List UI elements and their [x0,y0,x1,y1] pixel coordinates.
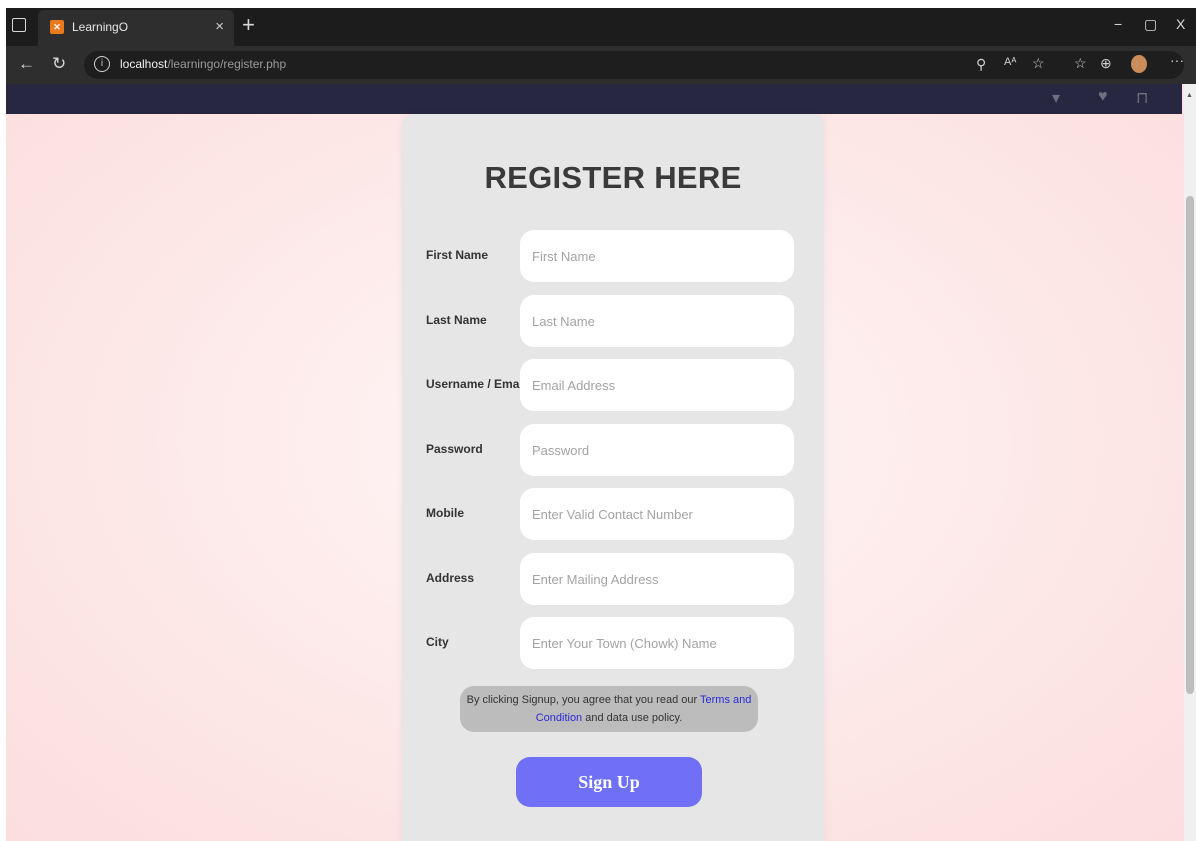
new-tab-button[interactable]: + [242,12,255,38]
address-bar[interactable]: i localhost/learningo/register.php ⚲ Aᴬ … [84,51,1184,79]
form-row-email: Username / Email [402,359,824,411]
more-menu-icon[interactable]: ··· [1170,52,1184,68]
favorites-icon[interactable]: ☆ [1074,55,1087,72]
address-label: Address [426,571,475,585]
last-name-input[interactable] [520,295,794,347]
page-scrollbar[interactable]: ▲ [1184,84,1196,841]
heart-icon[interactable]: ♥ [1098,88,1108,106]
form-row-password: Password [402,424,824,476]
browser-window: ✕ LearningO × + − ▢ X ← ↻ i localhost/le… [6,8,1196,841]
workspaces-icon[interactable] [12,18,26,32]
email-input[interactable] [520,359,794,411]
collections-icon[interactable]: ⊕ [1100,55,1112,72]
back-arrow-icon[interactable]: ← [18,54,35,74]
register-card: REGISTER HERE First Name Last Name Usern… [402,114,824,841]
browser-toolbar: ← ↻ i localhost/learningo/register.php ⚲… [6,46,1196,84]
close-window-button[interactable]: X [1176,16,1185,32]
scrollbar-thumb[interactable] [1186,196,1194,694]
tab-title: LearningO [72,20,129,34]
xampp-favicon-icon: ✕ [50,20,64,34]
page-title: REGISTER HERE [484,160,742,195]
cart-icon[interactable]: ⊓ [1136,88,1148,108]
user-icon[interactable]: ▾ [1052,88,1060,108]
page-background: REGISTER HERE First Name Last Name Usern… [6,114,1184,841]
form-row-mobile: Mobile [402,488,824,540]
password-input[interactable] [520,424,794,476]
first-name-input[interactable] [520,230,794,282]
terms-notice-tail: and data use policy. [582,712,683,724]
terms-notice: By clicking Signup, you agree that you r… [460,686,758,732]
password-label: Password [426,442,483,456]
address-input[interactable] [520,553,794,605]
read-aloud-icon[interactable]: Aᴬ [1004,56,1016,68]
mobile-label: Mobile [426,506,464,520]
mobile-input[interactable] [520,488,794,540]
tab-learningo[interactable]: ✕ LearningO × [38,10,234,46]
last-name-label: Last Name [426,313,487,327]
sign-up-button[interactable]: Sign Up [516,757,702,807]
key-icon[interactable]: ⚲ [976,56,986,73]
form-row-first-name: First Name [402,230,824,282]
tab-close-icon[interactable]: × [215,18,224,35]
refresh-icon[interactable]: ↻ [52,54,66,74]
form-row-city: City [402,617,824,669]
city-label: City [426,635,449,649]
site-info-icon[interactable]: i [94,56,110,72]
scroll-up-arrow-icon[interactable]: ▲ [1186,92,1193,99]
profile-avatar[interactable] [1131,55,1147,73]
restore-button[interactable]: ▢ [1144,16,1157,33]
form-row-last-name: Last Name [402,295,824,347]
tab-bar: ✕ LearningO × + − ▢ X [6,8,1196,46]
url-text: localhost/learningo/register.php [120,57,287,71]
add-favorite-icon[interactable]: ☆ [1032,55,1045,72]
first-name-label: First Name [426,248,489,262]
minimize-button[interactable]: − [1114,16,1122,32]
city-input[interactable] [520,617,794,669]
terms-notice-text: By clicking Signup, you agree that you r… [466,694,701,706]
email-label: Username / Email [426,377,527,391]
site-navbar: ▾ ♥ ⊓ [6,84,1182,114]
form-row-address: Address [402,553,824,605]
